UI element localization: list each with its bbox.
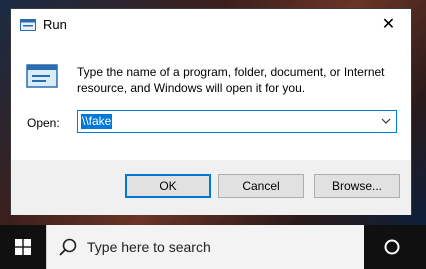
taskbar: Type here to search (0, 225, 426, 269)
run-dialog: Run ✕ Type the name of a program, folder… (10, 8, 412, 215)
ok-button[interactable]: OK (125, 174, 211, 198)
title-bar[interactable]: Run ✕ (11, 9, 411, 40)
search-icon (59, 238, 77, 256)
cancel-button[interactable]: Cancel (218, 174, 304, 198)
close-icon: ✕ (381, 16, 396, 33)
dialog-footer: OK Cancel Browse... (11, 160, 411, 215)
open-label: Open: (27, 116, 60, 130)
close-button[interactable]: ✕ (366, 9, 411, 39)
cortana-icon (384, 239, 400, 255)
cortana-button[interactable] (370, 225, 414, 269)
description-text: Type the name of a program, folder, docu… (77, 65, 385, 95)
search-placeholder: Type here to search (87, 239, 211, 255)
taskbar-search-box[interactable]: Type here to search (46, 225, 364, 269)
start-button[interactable] (0, 225, 46, 269)
open-input-value[interactable]: \\fake (81, 114, 113, 129)
run-app-icon (20, 19, 36, 31)
chevron-down-icon[interactable] (381, 116, 391, 126)
window-title: Run (43, 17, 67, 32)
run-large-icon (26, 64, 58, 88)
open-combobox[interactable]: \\fake (77, 110, 397, 133)
browse-button[interactable]: Browse... (314, 174, 400, 198)
windows-start-icon (15, 239, 31, 255)
